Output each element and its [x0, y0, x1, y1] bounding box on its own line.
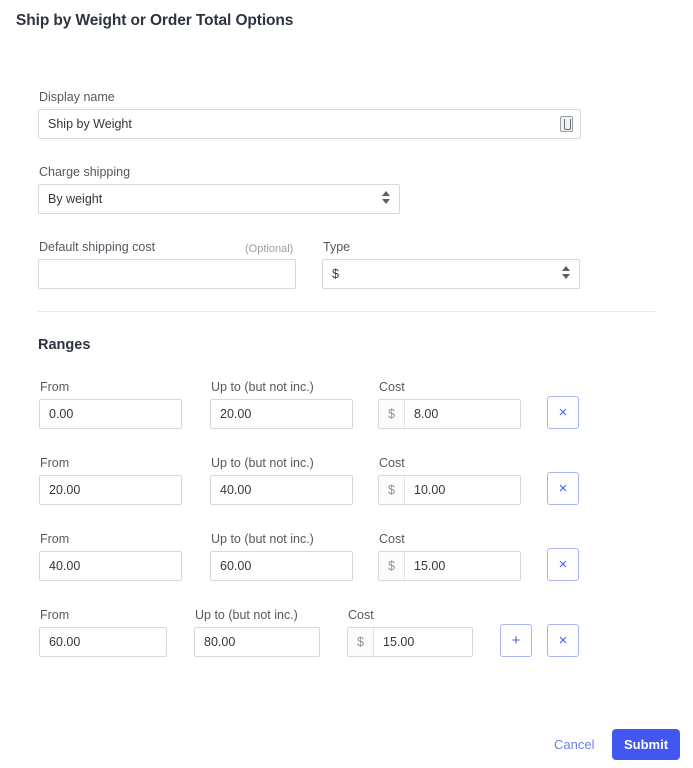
range-from-label: From	[40, 456, 70, 470]
range-upto-input[interactable]	[210, 551, 353, 581]
range-upto-label: Up to (but not inc.)	[211, 532, 314, 546]
default-shipping-cost-label: Default shipping cost	[39, 240, 156, 254]
range-from-input[interactable]	[39, 399, 182, 429]
range-upto-label: Up to (but not inc.)	[211, 380, 314, 394]
range-row: From Up to (but not inc.) Cost $ ×	[0, 380, 693, 436]
range-cost-label: Cost	[379, 380, 405, 394]
remove-range-button[interactable]: ×	[547, 624, 579, 657]
range-from-label: From	[40, 380, 70, 394]
currency-symbol: $	[379, 400, 405, 428]
range-cost-input[interactable]	[405, 552, 520, 580]
remove-range-button[interactable]: ×	[547, 548, 579, 581]
cancel-button[interactable]: Cancel	[554, 737, 594, 752]
range-row: From Up to (but not inc.) Cost $ + ×	[0, 608, 693, 664]
range-upto-input[interactable]	[194, 627, 320, 657]
type-field	[322, 259, 580, 289]
charge-shipping-select[interactable]	[38, 184, 400, 214]
type-label: Type	[323, 240, 351, 254]
currency-symbol: $	[348, 628, 374, 656]
remove-range-button[interactable]: ×	[547, 396, 579, 429]
range-upto-label: Up to (but not inc.)	[211, 456, 314, 470]
currency-symbol: $	[379, 552, 405, 580]
range-from-input[interactable]	[39, 475, 182, 505]
submit-button[interactable]: Submit	[612, 729, 680, 760]
default-shipping-cost-input[interactable]	[38, 259, 296, 289]
range-cost-group: $	[347, 627, 473, 657]
range-cost-group: $	[378, 475, 521, 505]
display-name-label: Display name	[39, 90, 115, 104]
range-cost-input[interactable]	[374, 628, 472, 656]
add-range-button[interactable]: +	[500, 624, 532, 657]
range-cost-input[interactable]	[405, 476, 520, 504]
range-cost-label: Cost	[348, 608, 374, 622]
optional-tag: (Optional)	[245, 243, 294, 255]
range-cost-label: Cost	[379, 456, 405, 470]
range-upto-input[interactable]	[210, 475, 353, 505]
display-name-input[interactable]	[38, 109, 581, 139]
charge-shipping-label: Charge shipping	[39, 165, 131, 179]
range-from-input[interactable]	[39, 627, 167, 657]
range-from-label: From	[40, 608, 70, 622]
translation-icon[interactable]	[560, 116, 573, 132]
range-upto-label: Up to (but not inc.)	[195, 608, 298, 622]
range-upto-input[interactable]	[210, 399, 353, 429]
remove-range-button[interactable]: ×	[547, 472, 579, 505]
type-select[interactable]	[322, 259, 580, 289]
display-name-field	[38, 109, 581, 139]
range-cost-label: Cost	[379, 532, 405, 546]
page-title: Ship by Weight or Order Total Options	[16, 12, 294, 29]
section-divider	[38, 311, 655, 312]
range-cost-group: $	[378, 551, 521, 581]
range-row: From Up to (but not inc.) Cost $ ×	[0, 532, 693, 588]
range-cost-input[interactable]	[405, 400, 520, 428]
range-row: From Up to (but not inc.) Cost $ ×	[0, 456, 693, 512]
range-cost-group: $	[378, 399, 521, 429]
ranges-title: Ranges	[38, 337, 91, 353]
currency-symbol: $	[379, 476, 405, 504]
range-from-input[interactable]	[39, 551, 182, 581]
range-from-label: From	[40, 532, 70, 546]
charge-shipping-field	[38, 184, 400, 214]
